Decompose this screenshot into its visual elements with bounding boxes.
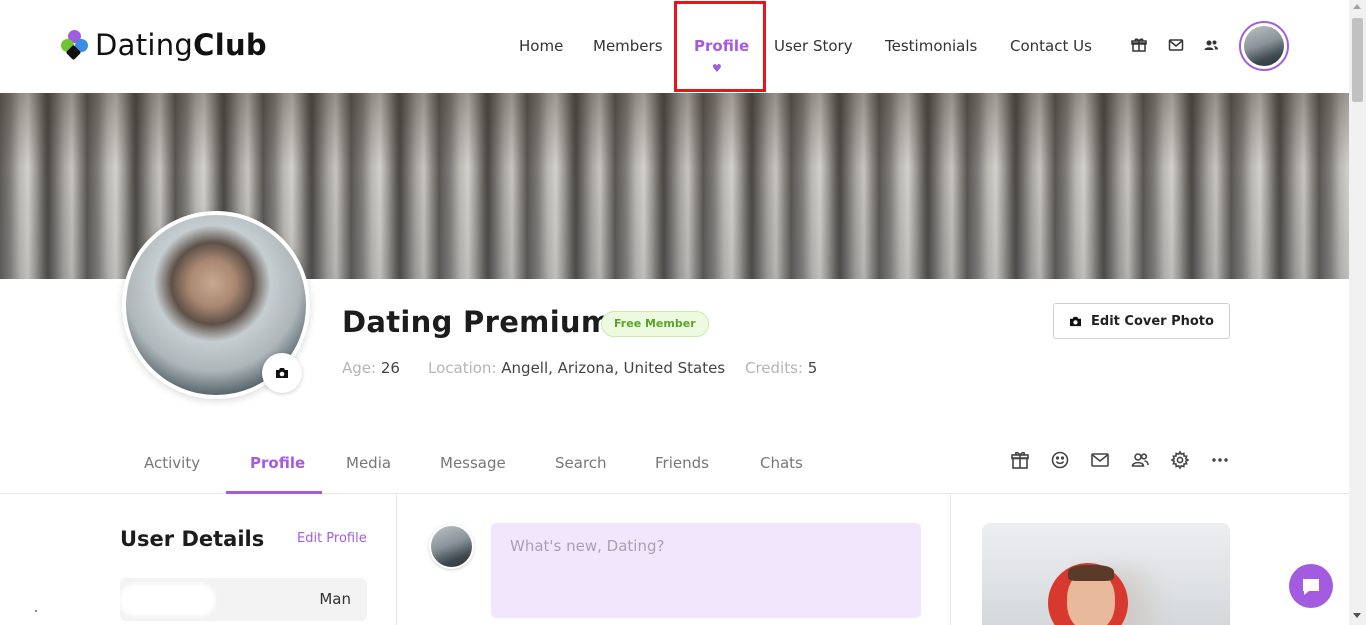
profile-credits: Credits: 5 (745, 359, 818, 377)
user-details-title: User Details (120, 527, 265, 551)
featured-member-card[interactable] (982, 523, 1230, 625)
tab-media[interactable]: Media (346, 453, 391, 473)
profile-name: Dating Premium (342, 305, 612, 339)
tab-profile[interactable]: Profile (250, 453, 305, 473)
site-header: DatingClub Home Members Profile User Sto… (0, 0, 1349, 93)
mail-icon[interactable] (1168, 37, 1184, 53)
scroll-up-arrow-icon[interactable] (1353, 4, 1361, 9)
page-scrollbar[interactable] (1349, 0, 1366, 625)
edit-cover-photo-button[interactable]: Edit Cover Photo (1053, 303, 1230, 339)
profile-age: Age: 26 (342, 359, 400, 377)
gear-icon[interactable] (1170, 450, 1190, 470)
camera-icon (1070, 316, 1082, 326)
chat-launcher-button[interactable] (1289, 564, 1333, 608)
scroll-down-arrow-icon[interactable] (1353, 613, 1361, 618)
redacted-label (120, 584, 215, 616)
users-icon[interactable] (1203, 37, 1219, 53)
member-badge: Free Member (601, 311, 709, 337)
change-photo-button[interactable] (262, 353, 302, 393)
column-divider (950, 494, 951, 625)
more-icon[interactable] (1210, 450, 1230, 470)
profile-location: Location: Angell, Arizona, United States (428, 359, 726, 377)
nav-home[interactable]: Home (519, 36, 563, 56)
decorative-dot (35, 610, 37, 612)
nav-contact-us[interactable]: Contact Us (1010, 36, 1092, 56)
user-avatar[interactable] (1239, 21, 1289, 71)
nav-testimonials[interactable]: Testimonials (885, 36, 977, 56)
camera-icon (276, 368, 288, 378)
chat-icon (1303, 579, 1319, 595)
tab-search[interactable]: Search (555, 453, 607, 473)
nav-members[interactable]: Members (593, 36, 663, 56)
gift-icon[interactable] (1010, 450, 1030, 470)
user-detail-value: Man (319, 590, 351, 608)
scrollbar-thumb[interactable] (1352, 18, 1363, 102)
tab-activity[interactable]: Activity (144, 453, 200, 473)
tab-message[interactable]: Message (440, 453, 506, 473)
new-post-input[interactable]: What's new, Dating? (491, 523, 921, 618)
smiley-icon[interactable] (1050, 450, 1070, 470)
tab-friends[interactable]: Friends (655, 453, 709, 473)
user-detail-row: Man (120, 578, 367, 621)
nav-user-story[interactable]: User Story (774, 36, 853, 56)
post-author-avatar (429, 524, 474, 569)
mail-icon[interactable] (1090, 450, 1110, 470)
users-icon[interactable] (1130, 450, 1150, 470)
edit-profile-link[interactable]: Edit Profile (297, 531, 367, 546)
gift-icon[interactable] (1131, 37, 1147, 53)
tab-chats[interactable]: Chats (760, 453, 803, 473)
highlight-box (674, 1, 766, 92)
